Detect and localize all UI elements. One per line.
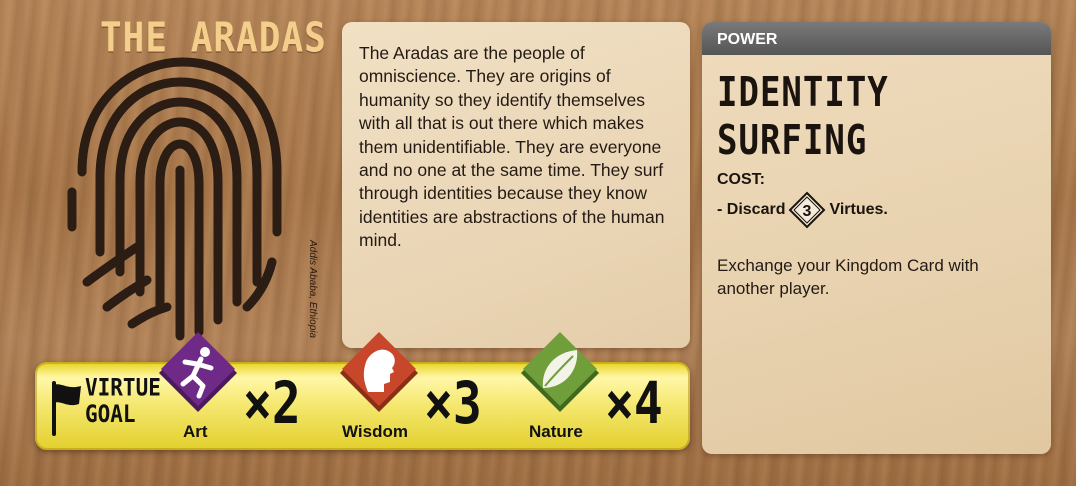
fingerprint-icon xyxy=(67,57,282,341)
cost-line: - Discard 3 Virtues. xyxy=(717,191,1051,229)
credit-caption: Addis Ababa, Ethiopia xyxy=(307,240,318,339)
power-effect: Exchange your Kingdom Card with another … xyxy=(717,256,979,298)
cost-prefix: - Discard xyxy=(717,201,786,218)
virtue-multiplier-wisdom: ×3 xyxy=(424,370,482,438)
leaf-icon xyxy=(521,332,599,412)
virtue-name-art: Art xyxy=(183,422,208,441)
power-name: IDENTITY SURFING xyxy=(717,69,889,165)
cost-amount: 3 xyxy=(803,203,812,220)
cost-suffix: Virtues. xyxy=(829,201,888,218)
virtue-goal-label: VIRTUE GOAL xyxy=(85,373,161,428)
power-panel: POWER IDENTITY SURFING COST: - Discard 3… xyxy=(702,22,1051,454)
virtue-multiplier-art: ×2 xyxy=(243,370,301,438)
virtue-diamond-icon: 3 xyxy=(789,191,826,229)
lore-text: The Aradas are the people of omniscience… xyxy=(359,43,665,251)
virtue-name-wisdom: Wisdom xyxy=(342,422,408,441)
virtue-goal-bar: VIRTUE GOAL Art ×2 Wisdom ×3 Nature ×4 xyxy=(35,332,690,450)
dancer-icon xyxy=(159,332,237,412)
flag-icon xyxy=(52,381,81,436)
virtue-multiplier-nature: ×4 xyxy=(605,370,663,438)
power-header: POWER xyxy=(702,22,1051,55)
lore-panel: The Aradas are the people of omniscience… xyxy=(342,22,690,348)
head-profile-icon xyxy=(340,332,418,412)
cost-label: COST: xyxy=(717,171,765,188)
virtue-name-nature: Nature xyxy=(529,422,583,441)
